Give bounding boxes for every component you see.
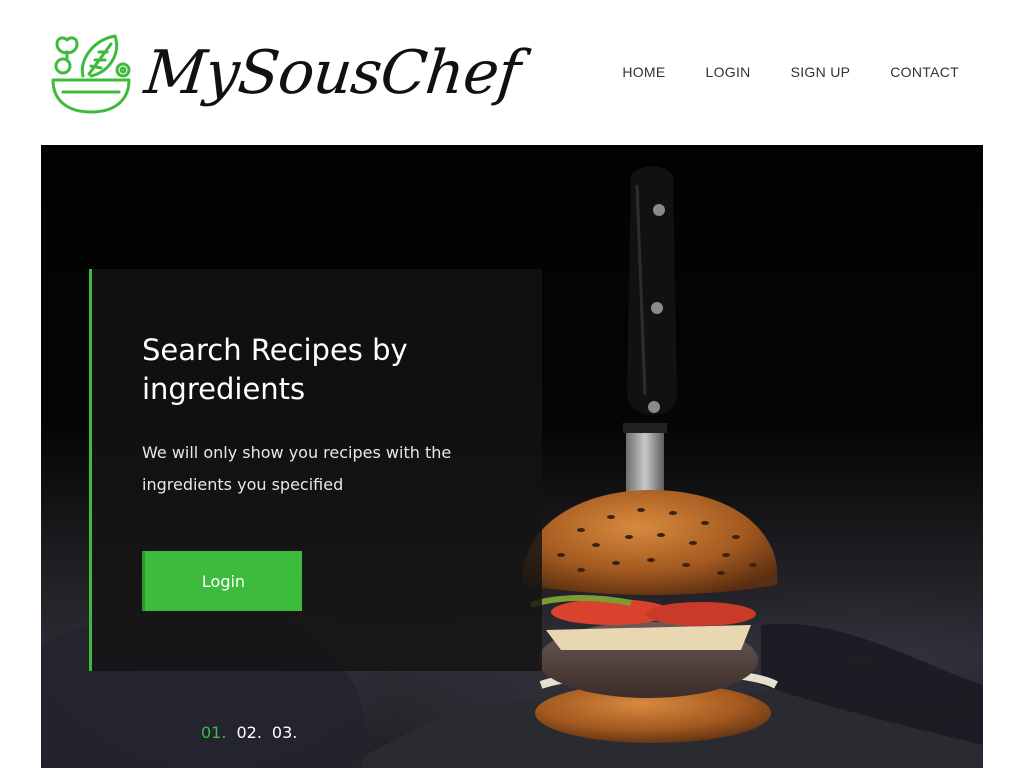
slide-indicators: 01. 02. 03. bbox=[201, 723, 297, 742]
hero-panel: Search Recipes by ingredients We will on… bbox=[89, 269, 542, 671]
brand-logo[interactable]: MySousChef bbox=[49, 30, 523, 116]
hero-slider: Search Recipes by ingredients We will on… bbox=[41, 145, 983, 768]
nav-contact[interactable]: CONTACT bbox=[890, 64, 959, 80]
hero-title: Search Recipes by ingredients bbox=[142, 333, 408, 406]
salad-bowl-icon bbox=[51, 34, 131, 114]
site-header: MySousChef HOME LOGIN SIGN UP CONTACT bbox=[0, 0, 1024, 145]
nav-home[interactable]: HOME bbox=[622, 64, 665, 80]
slide-indicator-1[interactable]: 01. bbox=[201, 723, 226, 742]
slide-indicator-2[interactable]: 02. bbox=[236, 723, 261, 742]
main-nav: HOME LOGIN SIGN UP CONTACT bbox=[622, 64, 959, 80]
slide-indicator-3[interactable]: 03. bbox=[272, 723, 297, 742]
nav-sign-up[interactable]: SIGN UP bbox=[791, 64, 851, 80]
hero-description: We will only show you recipes with the i… bbox=[142, 443, 452, 494]
brand-name: MySousChef bbox=[141, 38, 523, 108]
nav-login[interactable]: LOGIN bbox=[706, 64, 751, 80]
login-button[interactable]: Login bbox=[142, 551, 302, 611]
